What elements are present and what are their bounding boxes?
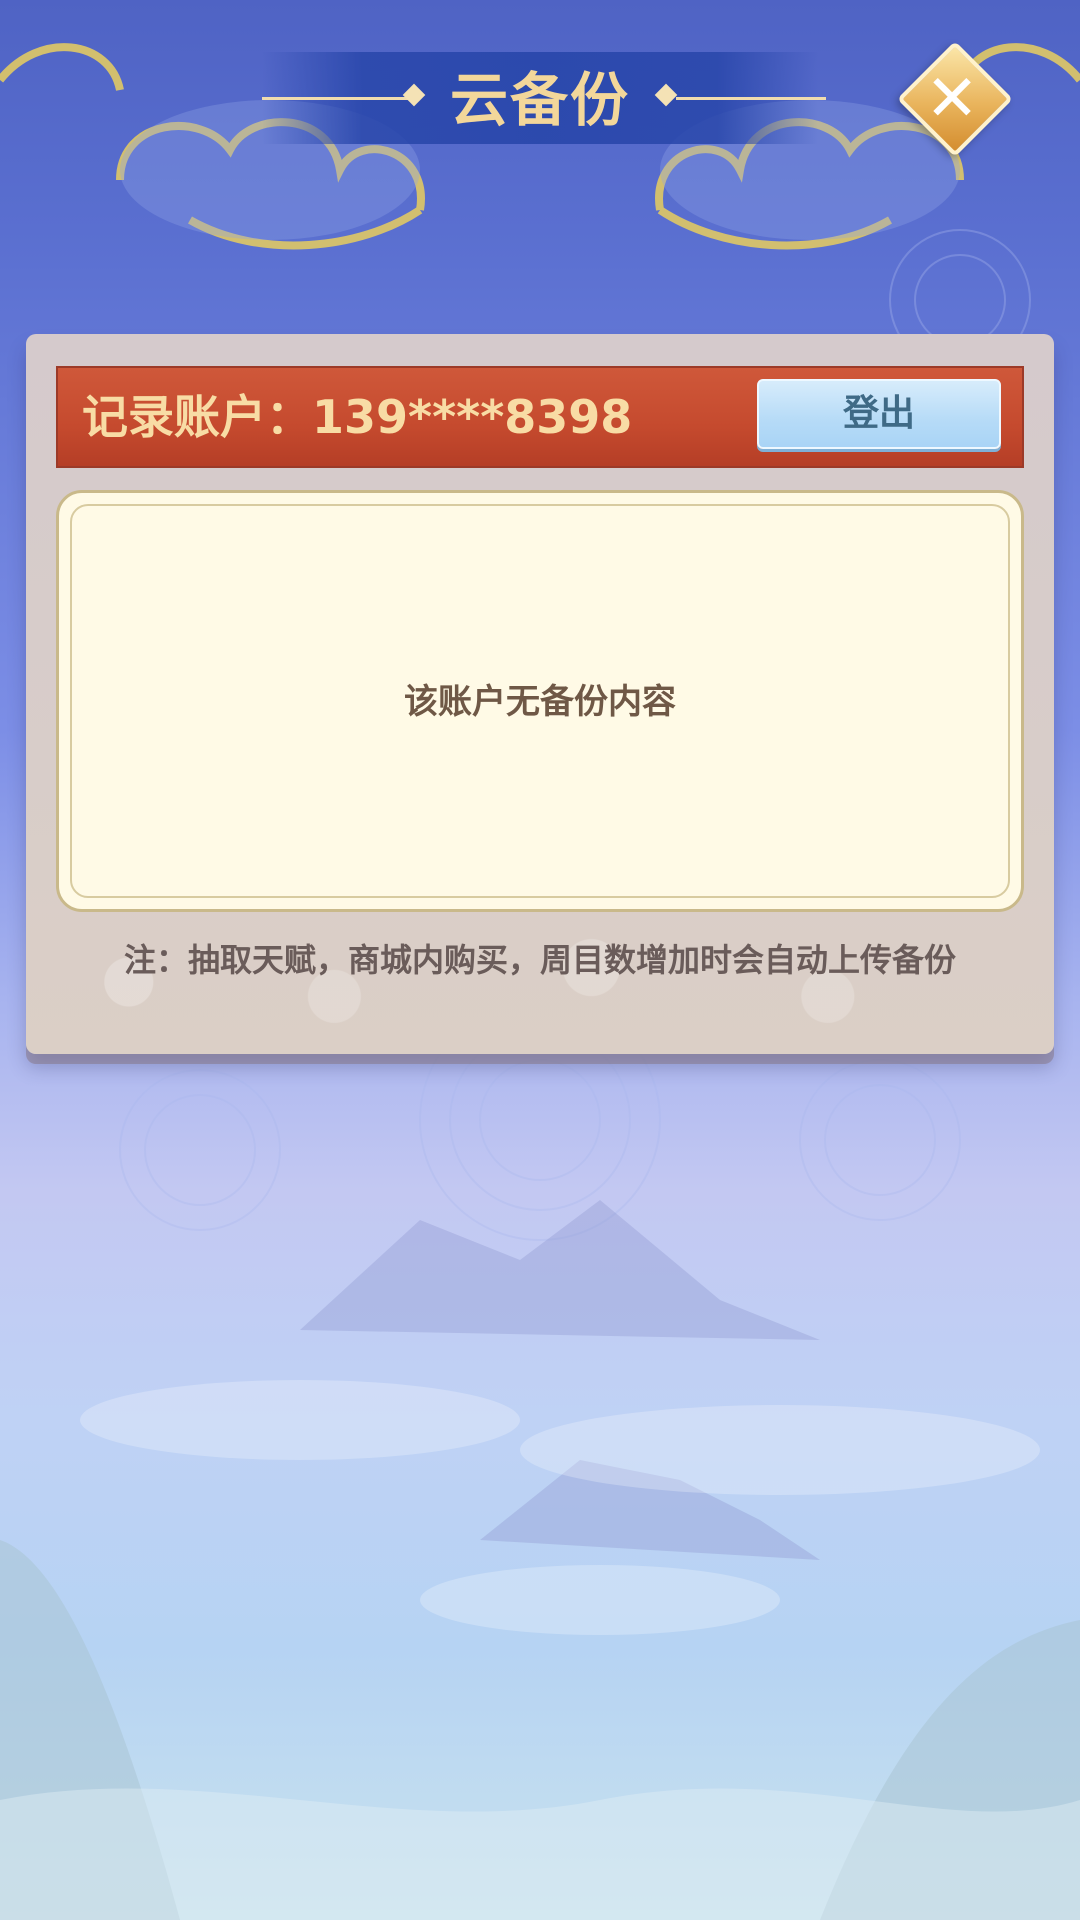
logout-button-label[interactable]: 登出 [757, 379, 1001, 449]
close-icon[interactable]: ✕ [906, 58, 998, 140]
backup-note: 注：抽取天赋，商城内购买，周目数增加时会自动上传备份 [123, 941, 956, 979]
empty-backup-message: 该账户无备份内容 [404, 682, 676, 722]
account-label: 记录账户：139****8398 [82, 390, 633, 444]
